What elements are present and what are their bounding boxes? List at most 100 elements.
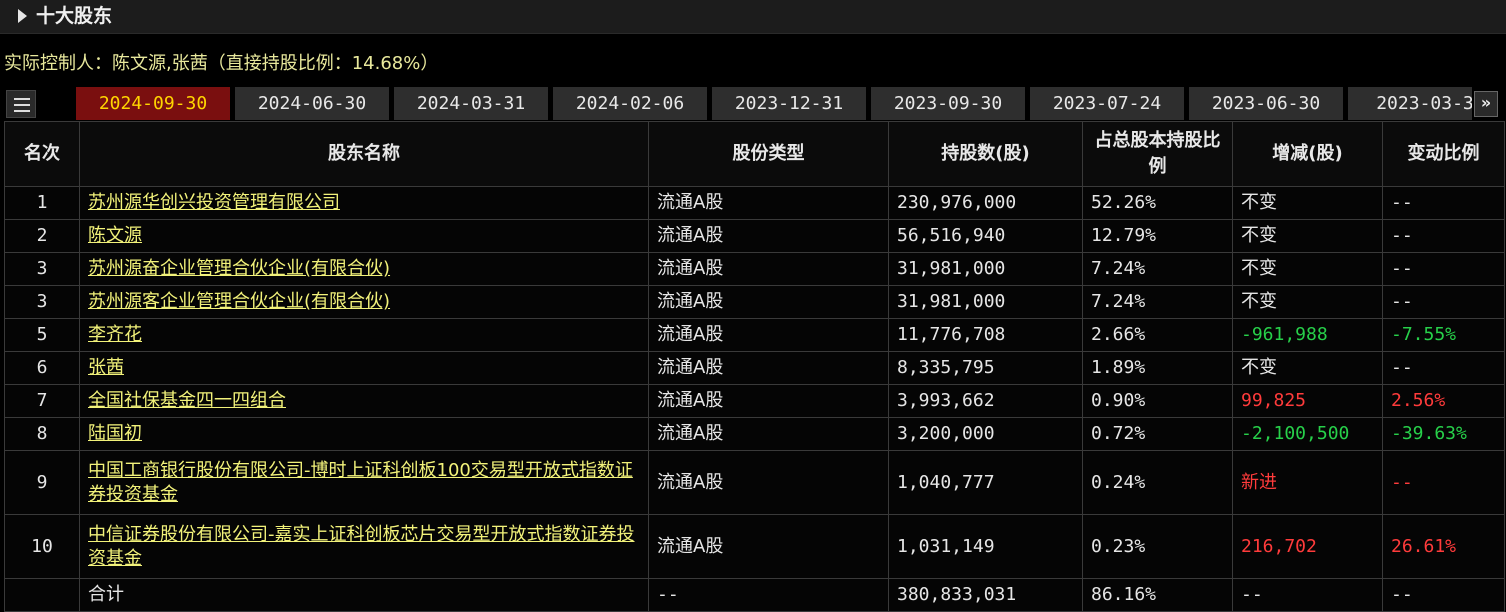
pct-cell: 0.23%	[1082, 514, 1233, 579]
column-header-name[interactable]: 股东名称	[79, 121, 649, 187]
rank-cell: 5	[4, 318, 80, 352]
change-cell: 不变	[1232, 351, 1383, 385]
table-header-row: 名次 股东名称 股份类型 持股数(股) 占总股本持股比例 增减(股) 变动比例	[4, 121, 1505, 187]
shares-cell: 230,976,000	[888, 186, 1083, 220]
date-tabs: 2024-09-30 2024-06-30 2024-03-31 2024-02-06…	[76, 87, 1472, 120]
tab-date[interactable]: 2023-12-31	[712, 87, 866, 120]
rank-cell: 1	[4, 186, 80, 220]
rank-cell: 6	[4, 351, 80, 385]
share-type-cell: 流通A股	[648, 285, 889, 319]
column-header-shares[interactable]: 持股数(股)	[888, 121, 1083, 187]
shareholder-name-cell: 苏州源客企业管理合伙企业(有限合伙)	[79, 285, 649, 319]
table-row: 5 李齐花 流通A股 11,776,708 2.66% -961,988 -7.55%	[4, 318, 1505, 352]
column-header-pct[interactable]: 占总股本持股比例	[1082, 121, 1233, 187]
shareholder-link[interactable]: 张茜	[88, 357, 124, 378]
shareholder-name-cell: 中国工商银行股份有限公司-博时上证科创板100交易型开放式指数证券投资基金	[79, 450, 649, 515]
shareholder-link[interactable]: 苏州源客企业管理合伙企业(有限合伙)	[88, 291, 390, 312]
shareholder-name-cell: 陈文源	[79, 219, 649, 253]
share-type-cell: 流通A股	[648, 417, 889, 451]
tab-date[interactable]: 2023-07-24	[1030, 87, 1184, 120]
table-row: 2 陈文源 流通A股 56,516,940 12.79% 不变 --	[4, 219, 1505, 253]
table-row: 3 苏州源奋企业管理合伙企业(有限合伙) 流通A股 31,981,000 7.24% 不变…	[4, 252, 1505, 286]
rank-cell: 7	[4, 384, 80, 418]
rank-cell: 9	[4, 450, 80, 515]
change-cell: 99,825	[1232, 384, 1383, 418]
shareholder-link[interactable]: 中国工商银行股份有限公司-博时上证科创板100交易型开放式指数证券投资基金	[88, 460, 633, 505]
change-cell: 不变	[1232, 252, 1383, 286]
ratio-cell: --	[1382, 252, 1505, 286]
shares-cell: 1,040,777	[888, 450, 1083, 515]
tab-date[interactable]: 2024-06-30	[235, 87, 389, 120]
rank-cell: 10	[4, 514, 80, 579]
tab-date[interactable]: 2024-09-30	[76, 87, 230, 120]
shareholder-link[interactable]: 中信证券股份有限公司-嘉实上证科创板芯片交易型开放式指数证券投资基金	[88, 524, 635, 569]
ratio-cell: --	[1382, 219, 1505, 253]
pct-cell: 12.79%	[1082, 219, 1233, 253]
ratio-cell: -7.55%	[1382, 318, 1505, 352]
tab-date[interactable]: 2024-02-06	[553, 87, 707, 120]
section-title: 十大股东	[36, 5, 113, 27]
scroll-right-icon[interactable]: »	[1474, 91, 1498, 117]
change-cell: 不变	[1232, 219, 1383, 253]
pct-cell: 52.26%	[1082, 186, 1233, 220]
share-type-cell: 流通A股	[648, 252, 889, 286]
shares-cell: 31,981,000	[888, 252, 1083, 286]
shareholder-link[interactable]: 陈文源	[88, 225, 142, 246]
shareholder-link[interactable]: 苏州源奋企业管理合伙企业(有限合伙)	[88, 258, 390, 279]
shareholder-name-cell: 陆国初	[79, 417, 649, 451]
ratio-cell: -39.63%	[1382, 417, 1505, 451]
pct-cell: 0.24%	[1082, 450, 1233, 515]
shareholder-name-cell: 李齐花	[79, 318, 649, 352]
expand-triangle-icon[interactable]	[18, 9, 27, 23]
shareholder-name-cell: 全国社保基金四一四组合	[79, 384, 649, 418]
column-header-change[interactable]: 增减(股)	[1232, 121, 1383, 187]
section-header[interactable]: 十大股东	[0, 0, 1506, 34]
change-cell: 不变	[1232, 285, 1383, 319]
share-type-cell: --	[648, 578, 889, 612]
tab-date[interactable]: 2023-09-30	[871, 87, 1025, 120]
tab-date[interactable]: 2023-06-30	[1189, 87, 1343, 120]
tab-date[interactable]: 2023-03-3	[1348, 87, 1472, 120]
share-type-cell: 流通A股	[648, 186, 889, 220]
total-label-cell: 合计	[79, 578, 649, 612]
shareholder-link[interactable]: 全国社保基金四一四组合	[88, 390, 286, 411]
table-row: 8 陆国初 流通A股 3,200,000 0.72% -2,100,500 -39.63%	[4, 417, 1505, 451]
pct-cell: 7.24%	[1082, 252, 1233, 286]
change-cell: --	[1232, 578, 1383, 612]
shareholder-name-cell: 苏州源华创兴投资管理有限公司	[79, 186, 649, 220]
share-type-cell: 流通A股	[648, 450, 889, 515]
shares-cell: 3,200,000	[888, 417, 1083, 451]
rank-cell: 3	[4, 252, 80, 286]
rank-cell	[4, 578, 80, 612]
table-row: 1 苏州源华创兴投资管理有限公司 流通A股 230,976,000 52.26% 不变 --	[4, 186, 1505, 220]
share-type-cell: 流通A股	[648, 351, 889, 385]
list-menu-icon[interactable]	[6, 90, 36, 118]
ratio-cell: --	[1382, 450, 1505, 515]
column-header-rank[interactable]: 名次	[4, 121, 80, 187]
column-header-ratio[interactable]: 变动比例	[1382, 121, 1505, 187]
column-header-type[interactable]: 股份类型	[648, 121, 889, 187]
change-cell: 新进	[1232, 450, 1383, 515]
shareholder-link[interactable]: 陆国初	[88, 423, 142, 444]
share-type-cell: 流通A股	[648, 219, 889, 253]
shares-cell: 3,993,662	[888, 384, 1083, 418]
ratio-cell: --	[1382, 578, 1505, 612]
rank-cell: 3	[4, 285, 80, 319]
total-row: 合计 -- 380,833,031 86.16% -- --	[4, 578, 1505, 612]
table-row: 7 全国社保基金四一四组合 流通A股 3,993,662 0.90% 99,825 2.56…	[4, 384, 1505, 418]
date-tab-bar: 2024-09-30 2024-06-30 2024-03-31 2024-02-06…	[0, 87, 1506, 120]
ratio-cell: --	[1382, 351, 1505, 385]
tab-date[interactable]: 2024-03-31	[394, 87, 548, 120]
table-row: 3 苏州源客企业管理合伙企业(有限合伙) 流通A股 31,981,000 7.24% 不变…	[4, 285, 1505, 319]
shareholder-link[interactable]: 苏州源华创兴投资管理有限公司	[88, 192, 340, 213]
pct-cell: 7.24%	[1082, 285, 1233, 319]
shareholder-link[interactable]: 李齐花	[88, 324, 142, 345]
change-cell: 216,702	[1232, 514, 1383, 579]
shares-cell: 1,031,149	[888, 514, 1083, 579]
shareholder-name-cell: 中信证券股份有限公司-嘉实上证科创板芯片交易型开放式指数证券投资基金	[79, 514, 649, 579]
shares-cell: 31,981,000	[888, 285, 1083, 319]
table-row: 6 张茜 流通A股 8,335,795 1.89% 不变 --	[4, 351, 1505, 385]
shares-cell: 8,335,795	[888, 351, 1083, 385]
shareholder-name-cell: 苏州源奋企业管理合伙企业(有限合伙)	[79, 252, 649, 286]
change-cell: 不变	[1232, 186, 1383, 220]
